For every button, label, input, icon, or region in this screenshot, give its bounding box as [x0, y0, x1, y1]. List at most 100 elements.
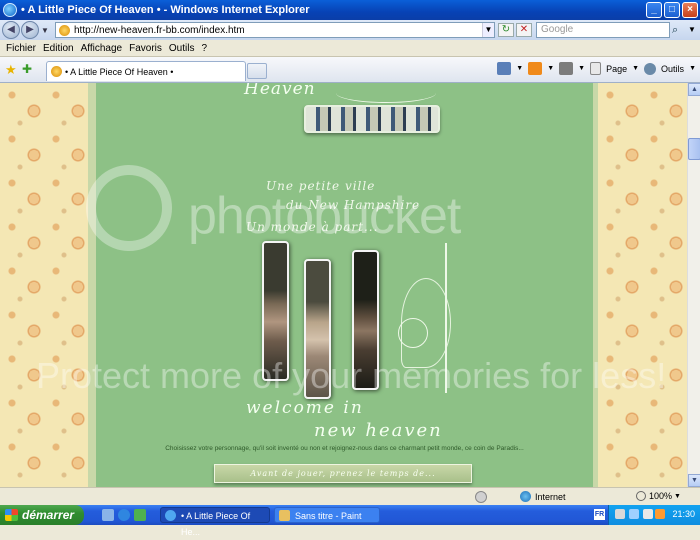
title-bar: • A Little Piece Of Heaven • - Windows I…	[0, 0, 700, 20]
zoom-dropdown-icon[interactable]: ▼	[674, 493, 681, 500]
scroll-up-icon[interactable]: ▲	[688, 83, 700, 96]
command-bar: ★ ✚ • A Little Piece Of Heaven • ▼ ▼ ▼ P…	[0, 57, 700, 83]
print-dropdown-icon[interactable]: ▼	[578, 65, 585, 72]
floral-border-left	[0, 83, 90, 487]
start-label: démarrer	[22, 508, 75, 522]
home-icon[interactable]	[497, 62, 512, 75]
tagline-line3: Un monde à part...	[246, 220, 379, 234]
site-content: Heaven Une petite ville du New Hampshire…	[96, 83, 593, 487]
new-heaven-script: new heaven	[314, 420, 443, 441]
border-stripe-left	[88, 83, 96, 487]
window-title: • A Little Piece Of Heaven • - Windows I…	[21, 4, 310, 16]
tools-dropdown-icon[interactable]: ▼	[689, 65, 696, 72]
new-tab-button[interactable]	[247, 63, 267, 79]
tray-icon-2[interactable]	[629, 509, 639, 519]
feeds-dropdown-icon[interactable]: ▼	[547, 65, 554, 72]
ie-quicklaunch-icon[interactable]	[118, 509, 130, 521]
vertical-scrollbar[interactable]: ▲ ▼	[687, 83, 700, 487]
ie-icon	[3, 3, 17, 17]
character-portrait-2[interactable]	[304, 259, 331, 399]
tab-favicon-icon	[51, 66, 62, 77]
header-banner-image[interactable]	[304, 105, 440, 133]
zoom-icon	[636, 491, 646, 501]
site-header-script: Heaven	[244, 83, 316, 99]
character-portrait-3[interactable]	[352, 250, 379, 390]
tray-icon-4[interactable]	[655, 509, 665, 519]
address-input[interactable]: http://new-heaven.fr-bb.com/index.htm ▼	[55, 22, 495, 38]
menu-edition[interactable]: Edition	[43, 43, 74, 54]
address-dropdown-icon[interactable]: ▼	[482, 23, 494, 37]
back-button[interactable]: ◀	[2, 21, 20, 39]
zoom-level: 100%	[649, 491, 673, 501]
print-icon[interactable]	[559, 62, 574, 75]
menu-help[interactable]: ?	[201, 43, 207, 54]
favorites-star-icon[interactable]: ★	[5, 62, 17, 78]
tools-menu-button[interactable]: Outils	[661, 64, 684, 74]
character-portrait-1[interactable]	[262, 241, 289, 381]
maximize-button[interactable]: □	[664, 2, 680, 18]
menu-outils[interactable]: Outils	[169, 43, 195, 54]
zone-label: Internet	[535, 491, 566, 502]
tray-icon-1[interactable]	[615, 509, 625, 519]
language-indicator[interactable]: FR	[594, 509, 605, 520]
page-viewport: Heaven Une petite ville du New Hampshire…	[0, 83, 687, 487]
search-options-icon[interactable]: ▼	[688, 22, 698, 38]
menu-fichier[interactable]: Fichier	[6, 43, 36, 54]
intro-text: Choisissez votre personnage, qu'il soit …	[165, 445, 524, 452]
close-button[interactable]: ×	[682, 2, 698, 18]
refresh-button[interactable]: ↻	[498, 23, 514, 37]
header-flourish	[336, 83, 436, 103]
taskbar: démarrer • A Little Piece Of He... Sans …	[0, 505, 700, 537]
floral-border-right	[598, 83, 687, 487]
zoom-control[interactable]: 100% ▼	[636, 491, 681, 501]
page-dropdown-icon[interactable]: ▼	[632, 65, 639, 72]
ie-task-icon	[165, 510, 176, 521]
history-dropdown-icon[interactable]: ▼	[40, 26, 50, 35]
page-icon	[590, 62, 602, 75]
show-desktop-icon[interactable]	[102, 509, 114, 521]
tab-label: • A Little Piece Of Heaven •	[65, 66, 174, 77]
paint-task-icon	[279, 510, 290, 521]
flower-decoration	[398, 318, 428, 348]
ie-window: • A Little Piece Of Heaven • - Windows I…	[0, 0, 700, 537]
status-bar: Internet 100% ▼	[0, 487, 700, 505]
feeds-icon[interactable]	[528, 62, 543, 75]
volume-icon[interactable]	[643, 509, 653, 519]
task-label-ie: • A Little Piece Of He...	[181, 511, 251, 537]
security-zone[interactable]: Internet	[520, 491, 566, 502]
menu-bar: Fichier Edition Affichage Favoris Outils…	[0, 40, 700, 57]
tab-active[interactable]: • A Little Piece Of Heaven •	[46, 61, 246, 81]
taskbar-item-ie[interactable]: • A Little Piece Of He...	[160, 507, 270, 537]
favicon-icon	[59, 24, 70, 36]
command-buttons: ▼ ▼ ▼ Page ▼ Outils ▼	[497, 62, 696, 75]
magnifier-icon[interactable]: ⌕	[672, 22, 686, 38]
add-favorites-icon[interactable]: ✚	[22, 62, 32, 76]
windows-flag-icon	[5, 509, 18, 521]
gear-icon	[644, 62, 657, 75]
system-tray: 21:30	[608, 505, 700, 525]
stop-button[interactable]: ✕	[516, 23, 532, 37]
minimize-button[interactable]: _	[646, 2, 662, 18]
forward-button[interactable]: ▶	[21, 21, 39, 39]
menu-favoris[interactable]: Favoris	[129, 43, 162, 54]
home-dropdown-icon[interactable]: ▼	[516, 65, 523, 72]
start-button[interactable]: démarrer	[0, 505, 84, 525]
globe-icon	[520, 491, 531, 502]
tagline-line1: Une petite ville	[266, 179, 376, 193]
window-controls: _ □ ×	[646, 2, 698, 18]
welcome-script: welcome in	[246, 398, 364, 418]
address-toolbar: ◀ ▶ ▼ http://new-heaven.fr-bb.com/index.…	[0, 20, 700, 40]
avant-de-jouer-button[interactable]: Avant de jouer, prenez le temps de...	[214, 464, 472, 483]
clock: 21:30	[672, 509, 695, 519]
media-quicklaunch-icon[interactable]	[134, 509, 146, 521]
scroll-down-icon[interactable]: ▼	[688, 474, 700, 487]
privacy-icon[interactable]	[475, 491, 487, 503]
taskbar-item-paint[interactable]: Sans titre - Paint	[274, 507, 380, 523]
tagline-line2: du New Hampshire	[286, 198, 421, 212]
page-menu-button[interactable]: Page	[606, 64, 627, 74]
search-input[interactable]: Google	[536, 22, 670, 38]
menu-affichage[interactable]: Affichage	[81, 43, 123, 54]
url-text: http://new-heaven.fr-bb.com/index.htm	[74, 24, 245, 36]
task-label-paint: Sans titre - Paint	[295, 511, 362, 521]
scroll-thumb[interactable]	[688, 138, 700, 160]
